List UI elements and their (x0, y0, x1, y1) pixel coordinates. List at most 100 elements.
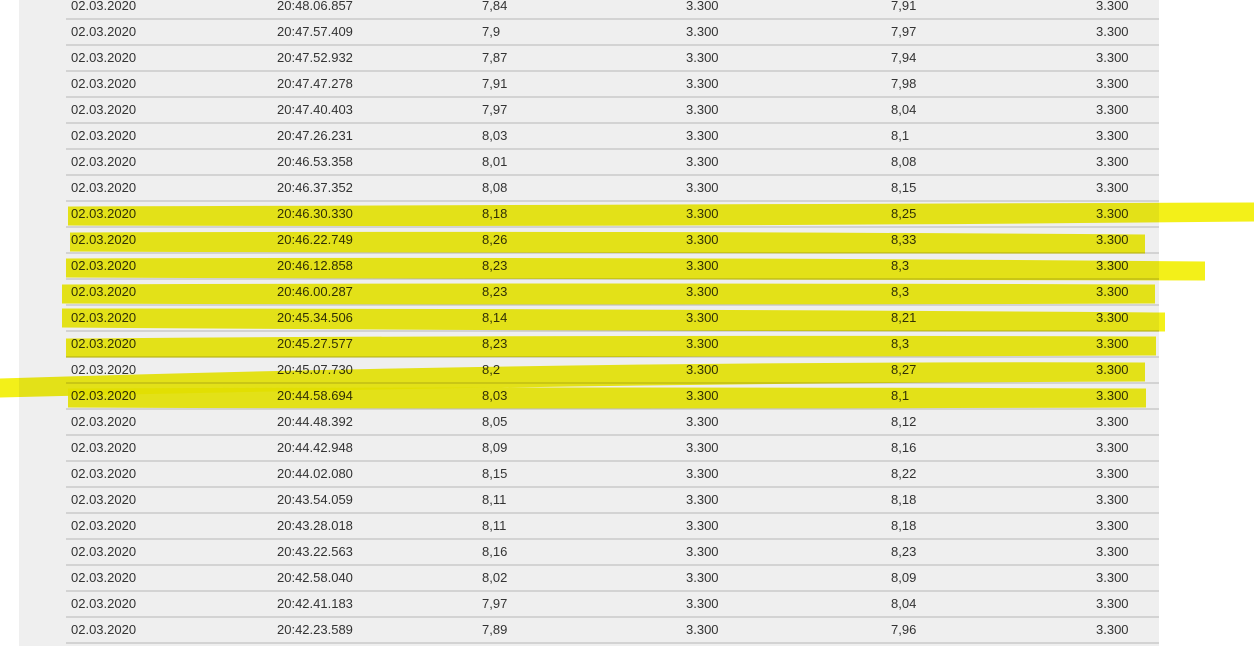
bid-volume-cell: 3.300 (686, 76, 719, 91)
table-row: 02.03.2020 20:44.58.694 8,03 3.300 8,1 3.300 (66, 384, 1159, 410)
table-row: 02.03.2020 20:44.48.392 8,05 3.300 8,12 3.300 (66, 410, 1159, 436)
ask-volume-cell: 3.300 (1096, 24, 1129, 39)
bid-volume-cell: 3.300 (686, 232, 719, 247)
bid-price-cell: 7,91 (482, 76, 508, 91)
time-cell: 20:47.52.932 (277, 50, 353, 65)
table-row: 02.03.2020 20:46.12.858 8,23 3.300 8,3 3.300 (66, 254, 1159, 280)
ask-price-cell: 8,12 (891, 414, 917, 429)
ask-price-cell: 7,94 (891, 50, 917, 65)
time-cell: 20:47.57.409 (277, 24, 353, 39)
table-row: 02.03.2020 20:46.00.287 8,23 3.300 8,3 3.300 (66, 280, 1159, 306)
date-cell: 02.03.2020 (71, 362, 137, 377)
bid-volume-cell: 3.300 (686, 544, 719, 559)
bid-volume-cell: 3.300 (686, 518, 719, 533)
bid-price-cell: 8,02 (482, 570, 508, 585)
table-row: 02.03.2020 20:42.58.040 8,02 3.300 8,09 3.300 (66, 566, 1159, 592)
date-cell: 02.03.2020 (71, 232, 137, 247)
ask-volume-cell: 3.300 (1096, 622, 1129, 637)
bid-price-cell: 7,97 (482, 596, 508, 611)
date-cell: 02.03.2020 (71, 518, 137, 533)
date-cell: 02.03.2020 (71, 570, 137, 585)
table-row: 02.03.2020 20:42.41.183 7,97 3.300 8,04 3.300 (66, 592, 1159, 618)
bid-volume-cell: 3.300 (686, 466, 719, 481)
time-cell: 20:42.41.183 (277, 596, 353, 611)
date-cell: 02.03.2020 (71, 102, 137, 117)
bid-volume-cell: 3.300 (686, 24, 719, 39)
ask-volume-cell: 3.300 (1096, 206, 1129, 221)
time-cell: 20:44.02.080 (277, 466, 353, 481)
date-cell: 02.03.2020 (71, 596, 137, 611)
bid-price-cell: 8,03 (482, 388, 508, 403)
date-cell: 02.03.2020 (71, 258, 137, 273)
date-cell: 02.03.2020 (71, 466, 137, 481)
bid-volume-cell: 3.300 (686, 0, 719, 13)
table-row: 02.03.2020 20:46.22.749 8,26 3.300 8,33 3.300 (66, 228, 1159, 254)
bid-volume-cell: 3.300 (686, 440, 719, 455)
bid-volume-cell: 3.300 (686, 492, 719, 507)
table-row: 02.03.2020 20:45.34.506 8,14 3.300 8,21 3.300 (66, 306, 1159, 332)
bid-price-cell: 8,23 (482, 284, 508, 299)
date-cell: 02.03.2020 (71, 544, 137, 559)
time-cell: 20:47.26.231 (277, 128, 353, 143)
time-cell: 20:44.42.948 (277, 440, 353, 455)
bid-volume-cell: 3.300 (686, 336, 719, 351)
bid-volume-cell: 3.300 (686, 102, 719, 117)
bid-price-cell: 7,97 (482, 102, 508, 117)
time-cell: 20:46.00.287 (277, 284, 353, 299)
bid-volume-cell: 3.300 (686, 414, 719, 429)
ask-volume-cell: 3.300 (1096, 0, 1129, 13)
time-cell: 20:43.28.018 (277, 518, 353, 533)
date-cell: 02.03.2020 (71, 128, 137, 143)
ask-price-cell: 8,3 (891, 284, 910, 299)
ask-volume-cell: 3.300 (1096, 50, 1129, 65)
ask-price-cell: 8,15 (891, 180, 917, 195)
table-row: 02.03.2020 20:47.52.932 7,87 3.300 7,94 3.300 (66, 46, 1159, 72)
ask-volume-cell: 3.300 (1096, 544, 1129, 559)
ask-price-cell: 8,3 (891, 336, 910, 351)
table-row: 02.03.2020 20:42.23.589 7,89 3.300 7,96 3.300 (66, 618, 1159, 644)
table-row: 02.03.2020 20:47.47.278 7,91 3.300 7,98 3.300 (66, 72, 1159, 98)
bid-volume-cell: 3.300 (686, 180, 719, 195)
bid-price-cell: 8,26 (482, 232, 508, 247)
ask-price-cell: 8,18 (891, 492, 917, 507)
bid-price-cell: 8,09 (482, 440, 508, 455)
bid-volume-cell: 3.300 (686, 284, 719, 299)
bid-volume-cell: 3.300 (686, 128, 719, 143)
date-cell: 02.03.2020 (71, 206, 137, 221)
date-cell: 02.03.2020 (71, 440, 137, 455)
table-row: 02.03.2020 20:45.27.577 8,23 3.300 8,3 3.300 (66, 332, 1159, 358)
date-cell: 02.03.2020 (71, 310, 137, 325)
bid-price-cell: 8,05 (482, 414, 508, 429)
bid-price-cell: 8,03 (482, 128, 508, 143)
table-row: 02.03.2020 20:45.07.730 8,2 3.300 8,27 3.300 (66, 358, 1159, 384)
table-row: 02.03.2020 20:43.22.563 8,16 3.300 8,23 3.300 (66, 540, 1159, 566)
ask-volume-cell: 3.300 (1096, 310, 1129, 325)
date-cell: 02.03.2020 (71, 24, 137, 39)
ask-volume-cell: 3.300 (1096, 492, 1129, 507)
ask-volume-cell: 3.300 (1096, 362, 1129, 377)
date-cell: 02.03.2020 (71, 284, 137, 299)
date-cell: 02.03.2020 (71, 336, 137, 351)
ask-volume-cell: 3.300 (1096, 336, 1129, 351)
bid-volume-cell: 3.300 (686, 622, 719, 637)
ask-price-cell: 7,97 (891, 24, 917, 39)
bid-price-cell: 8,2 (482, 362, 501, 377)
table-row: 02.03.2020 20:43.54.059 8,11 3.300 8,18 3.300 (66, 488, 1159, 514)
ask-volume-cell: 3.300 (1096, 388, 1129, 403)
ask-price-cell: 8,3 (891, 258, 910, 273)
ask-price-cell: 8,25 (891, 206, 917, 221)
table-row: 02.03.2020 20:47.57.409 7,9 3.300 7,97 3.300 (66, 20, 1159, 46)
bid-volume-cell: 3.300 (686, 258, 719, 273)
date-cell: 02.03.2020 (71, 154, 137, 169)
date-cell: 02.03.2020 (71, 414, 137, 429)
time-cell: 20:45.27.577 (277, 336, 353, 351)
bid-price-cell: 7,84 (482, 0, 508, 13)
ask-price-cell: 8,1 (891, 388, 910, 403)
table-row: 02.03.2020 20:44.42.948 8,09 3.300 8,16 3.300 (66, 436, 1159, 462)
ask-volume-cell: 3.300 (1096, 258, 1129, 273)
date-cell: 02.03.2020 (71, 0, 137, 13)
bid-volume-cell: 3.300 (686, 50, 719, 65)
time-cell: 20:47.40.403 (277, 102, 353, 117)
time-cell: 20:46.22.749 (277, 232, 353, 247)
ask-volume-cell: 3.300 (1096, 76, 1129, 91)
